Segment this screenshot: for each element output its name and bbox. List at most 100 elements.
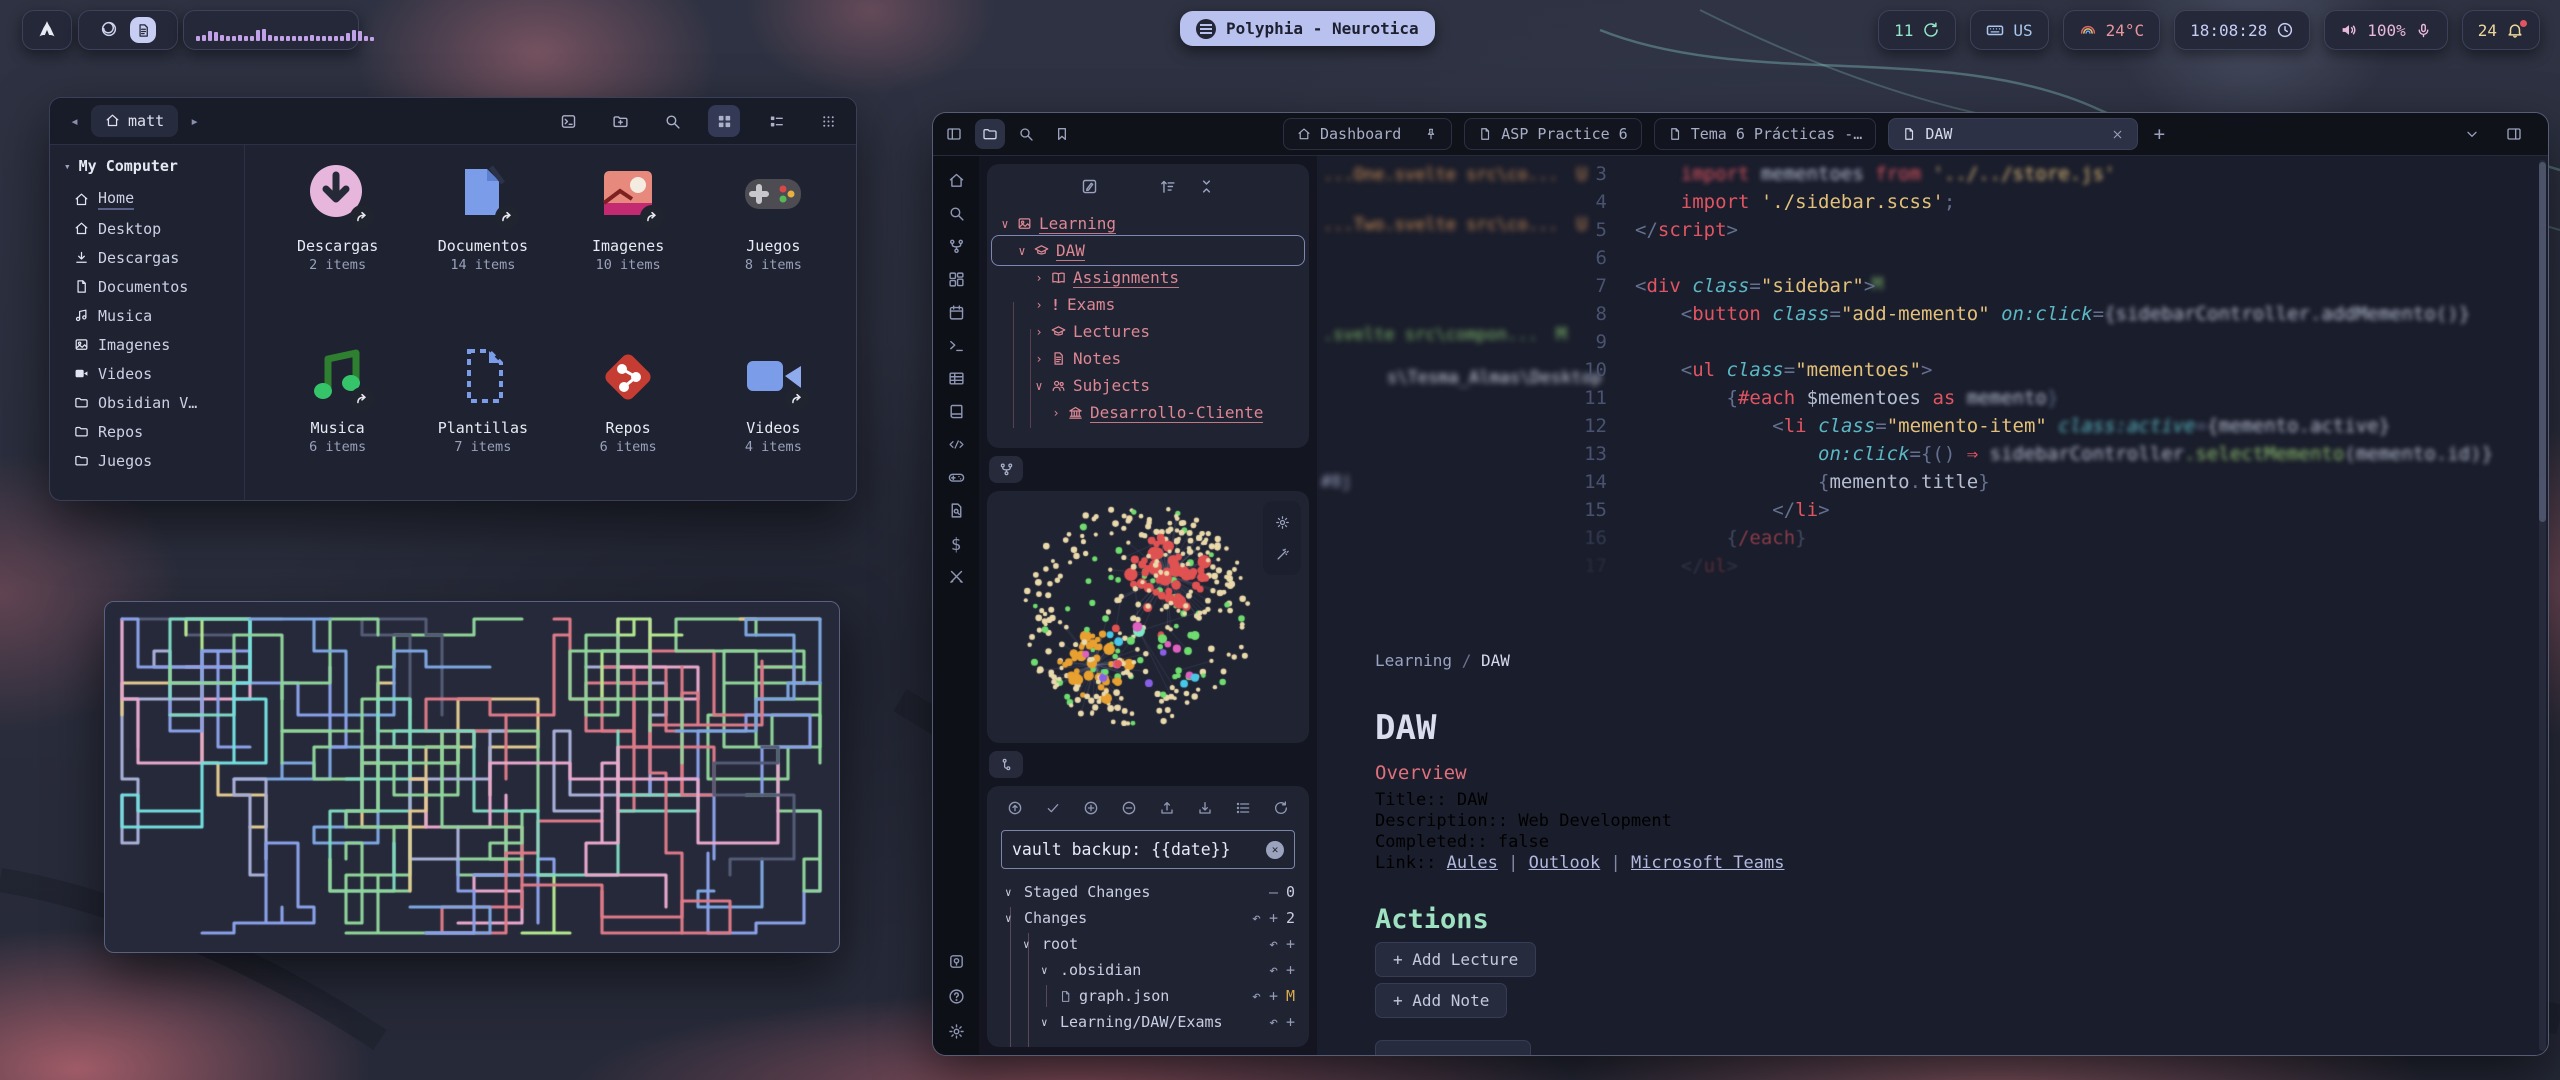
list-button[interactable] bbox=[1235, 800, 1251, 818]
ribbon-dollar-icon[interactable]: $ bbox=[951, 535, 961, 555]
git-row-action[interactable]: ↶ bbox=[1269, 961, 1278, 979]
git-row-action[interactable]: ↶ bbox=[1269, 935, 1278, 953]
folder-documentos[interactable]: Documentos14 items bbox=[410, 163, 555, 319]
check-button[interactable] bbox=[1045, 800, 1061, 818]
git-tab-chip[interactable] bbox=[989, 751, 1023, 778]
close-tab-icon[interactable] bbox=[2111, 125, 2124, 143]
tree-item-learning[interactable]: ∨Learning bbox=[987, 210, 1309, 237]
top-search-icon[interactable] bbox=[1011, 119, 1041, 149]
graph-view[interactable] bbox=[987, 491, 1293, 743]
media-widget[interactable]: Polyphia - Neurotica bbox=[1180, 11, 1435, 46]
ribbon-search-icon[interactable] bbox=[948, 205, 965, 225]
tree-item-subjects[interactable]: ∨Subjects bbox=[987, 372, 1309, 399]
note-link[interactable]: Outlook bbox=[1529, 853, 1601, 873]
ribbon-book-icon[interactable] bbox=[948, 403, 965, 423]
tree-item-desarrollo-cliente[interactable]: ›Desarrollo-Cliente bbox=[987, 399, 1309, 426]
sidebar-item-imagenes[interactable]: Imagenes bbox=[74, 330, 244, 359]
new-folder-button[interactable] bbox=[604, 105, 636, 137]
pull-button[interactable] bbox=[1197, 800, 1213, 818]
note-link[interactable]: Aules bbox=[1447, 853, 1498, 873]
ribbon-code-percent-icon[interactable] bbox=[948, 436, 965, 456]
git-row-learning-daw-exams[interactable]: ∨Learning/DAW/Exams↶+ bbox=[1001, 1009, 1295, 1035]
tab-asp-practice-6[interactable]: ASP Practice 6 bbox=[1464, 118, 1641, 150]
ribbon-crossed-tools-icon[interactable] bbox=[948, 568, 965, 588]
widget-clock[interactable]: 18:08:28 bbox=[2174, 10, 2310, 50]
menu-button[interactable] bbox=[812, 105, 844, 137]
forward-button[interactable]: ▸ bbox=[182, 112, 207, 130]
folder-repos[interactable]: Repos6 items bbox=[556, 345, 701, 501]
top-folder-icon[interactable] bbox=[975, 119, 1005, 149]
location-bar[interactable]: matt bbox=[91, 105, 178, 137]
widget-updates[interactable]: 11 bbox=[1878, 10, 1956, 50]
git-row-action[interactable]: + bbox=[1286, 961, 1295, 979]
search-button[interactable] bbox=[656, 105, 688, 137]
backup-button[interactable] bbox=[1007, 800, 1023, 818]
graph-settings-gear-button[interactable] bbox=[1269, 509, 1295, 535]
action-button-add-lecture[interactable]: + Add Lecture bbox=[1375, 942, 1536, 977]
ribbon-file-search-icon[interactable] bbox=[948, 502, 965, 522]
clear-input-icon[interactable]: ✕ bbox=[1266, 841, 1284, 859]
sidebar-root[interactable]: ▾ My Computer bbox=[64, 157, 244, 175]
new-folder-button[interactable] bbox=[1120, 178, 1137, 198]
folder-imagenes[interactable]: Imagenes10 items bbox=[556, 163, 701, 319]
panel-right-icon[interactable] bbox=[2506, 125, 2522, 144]
tab-daw[interactable]: DAW bbox=[1888, 118, 2138, 150]
graph-tab-chip[interactable] bbox=[989, 456, 1023, 483]
sort-button[interactable] bbox=[1159, 178, 1176, 198]
active-workspace-document-icon[interactable] bbox=[130, 17, 156, 43]
new-note-button[interactable] bbox=[1081, 178, 1098, 198]
ribbon-help-icon[interactable] bbox=[948, 988, 965, 1008]
git-row-action[interactable]: — bbox=[1269, 883, 1278, 901]
folder-descargas[interactable]: Descargas2 items bbox=[265, 163, 410, 319]
tab-list-chevron-icon[interactable] bbox=[2464, 125, 2480, 144]
workspace-switcher[interactable] bbox=[78, 10, 178, 50]
top-panel-left-icon[interactable] bbox=[939, 119, 969, 149]
git-row-action[interactable]: ↶ bbox=[1269, 1013, 1278, 1031]
action-button-add-note[interactable]: + Add Note bbox=[1375, 983, 1507, 1018]
scrollbar-thumb[interactable] bbox=[2539, 162, 2546, 522]
ribbon-home-icon[interactable] bbox=[948, 172, 965, 192]
widget-keyboard-layout[interactable]: US bbox=[1970, 10, 2048, 50]
sidebar-item-repos[interactable]: Repos bbox=[74, 417, 244, 446]
git-row-action[interactable]: + bbox=[1286, 1013, 1295, 1031]
tree-item-assignments[interactable]: ›Assignments bbox=[987, 264, 1309, 291]
tree-item-notes[interactable]: ›Notes bbox=[987, 345, 1309, 372]
partial-button[interactable] bbox=[1375, 1040, 1531, 1055]
git-row-action[interactable]: ↶ bbox=[1252, 909, 1261, 927]
ribbon-calendar-icon[interactable] bbox=[948, 304, 965, 324]
sidebar-item-musica[interactable]: Musica bbox=[74, 301, 244, 330]
sidebar-item-juegos[interactable]: Juegos bbox=[74, 446, 244, 475]
sidebar-item-descargas[interactable]: Descargas bbox=[74, 243, 244, 272]
top-bookmark-icon[interactable] bbox=[1047, 119, 1077, 149]
open-terminal-button[interactable] bbox=[552, 105, 584, 137]
launcher-button[interactable] bbox=[22, 10, 72, 50]
folder-videos[interactable]: Videos4 items bbox=[701, 345, 846, 501]
grid-view-button[interactable] bbox=[708, 105, 740, 137]
unstage-all-button[interactable] bbox=[1121, 800, 1137, 818]
tab-dashboard[interactable]: Dashboard bbox=[1283, 118, 1452, 150]
breadcrumb[interactable]: Learning / DAW bbox=[1375, 651, 1510, 670]
git-row-staged-changes[interactable]: ∨Staged Changes—0 bbox=[1001, 879, 1295, 905]
folder-musica[interactable]: Musica6 items bbox=[265, 345, 410, 501]
tree-item-daw[interactable]: ∨DAW bbox=[987, 237, 1309, 264]
sidebar-item-home[interactable]: Home bbox=[74, 185, 244, 214]
sidebar-item-documentos[interactable]: Documentos bbox=[74, 272, 244, 301]
ribbon-gamepad-icon[interactable] bbox=[948, 469, 965, 489]
collapse-all-button[interactable] bbox=[1198, 178, 1215, 198]
ribbon-settings-gear-icon[interactable] bbox=[948, 1023, 965, 1043]
graph-filter-wand-button[interactable] bbox=[1269, 541, 1295, 567]
folder-juegos[interactable]: Juegos8 items bbox=[701, 163, 846, 319]
sidebar-item-obsidian-v-[interactable]: Obsidian V… bbox=[74, 388, 244, 417]
folder-plantillas[interactable]: Plantillas7 items bbox=[410, 345, 555, 501]
git-row-action[interactable]: + bbox=[1286, 935, 1295, 953]
tab-tema-6-pr-cticas-[interactable]: Tema 6 Prácticas -… bbox=[1654, 118, 1877, 150]
widget-notifications[interactable]: 24 bbox=[2462, 10, 2540, 50]
sidebar-item-videos[interactable]: Videos bbox=[74, 359, 244, 388]
refresh-button[interactable] bbox=[1273, 800, 1289, 818]
git-row-action[interactable]: + bbox=[1269, 909, 1278, 927]
firefox-icon[interactable] bbox=[100, 20, 118, 41]
commit-message-input[interactable]: vault backup: {{date}} ✕ bbox=[1001, 830, 1295, 869]
note-link[interactable]: Microsoft Teams bbox=[1631, 853, 1785, 873]
git-row--obsidian[interactable]: ∨.obsidian↶+ bbox=[1001, 957, 1295, 983]
ribbon-vault-icon[interactable] bbox=[948, 953, 965, 973]
